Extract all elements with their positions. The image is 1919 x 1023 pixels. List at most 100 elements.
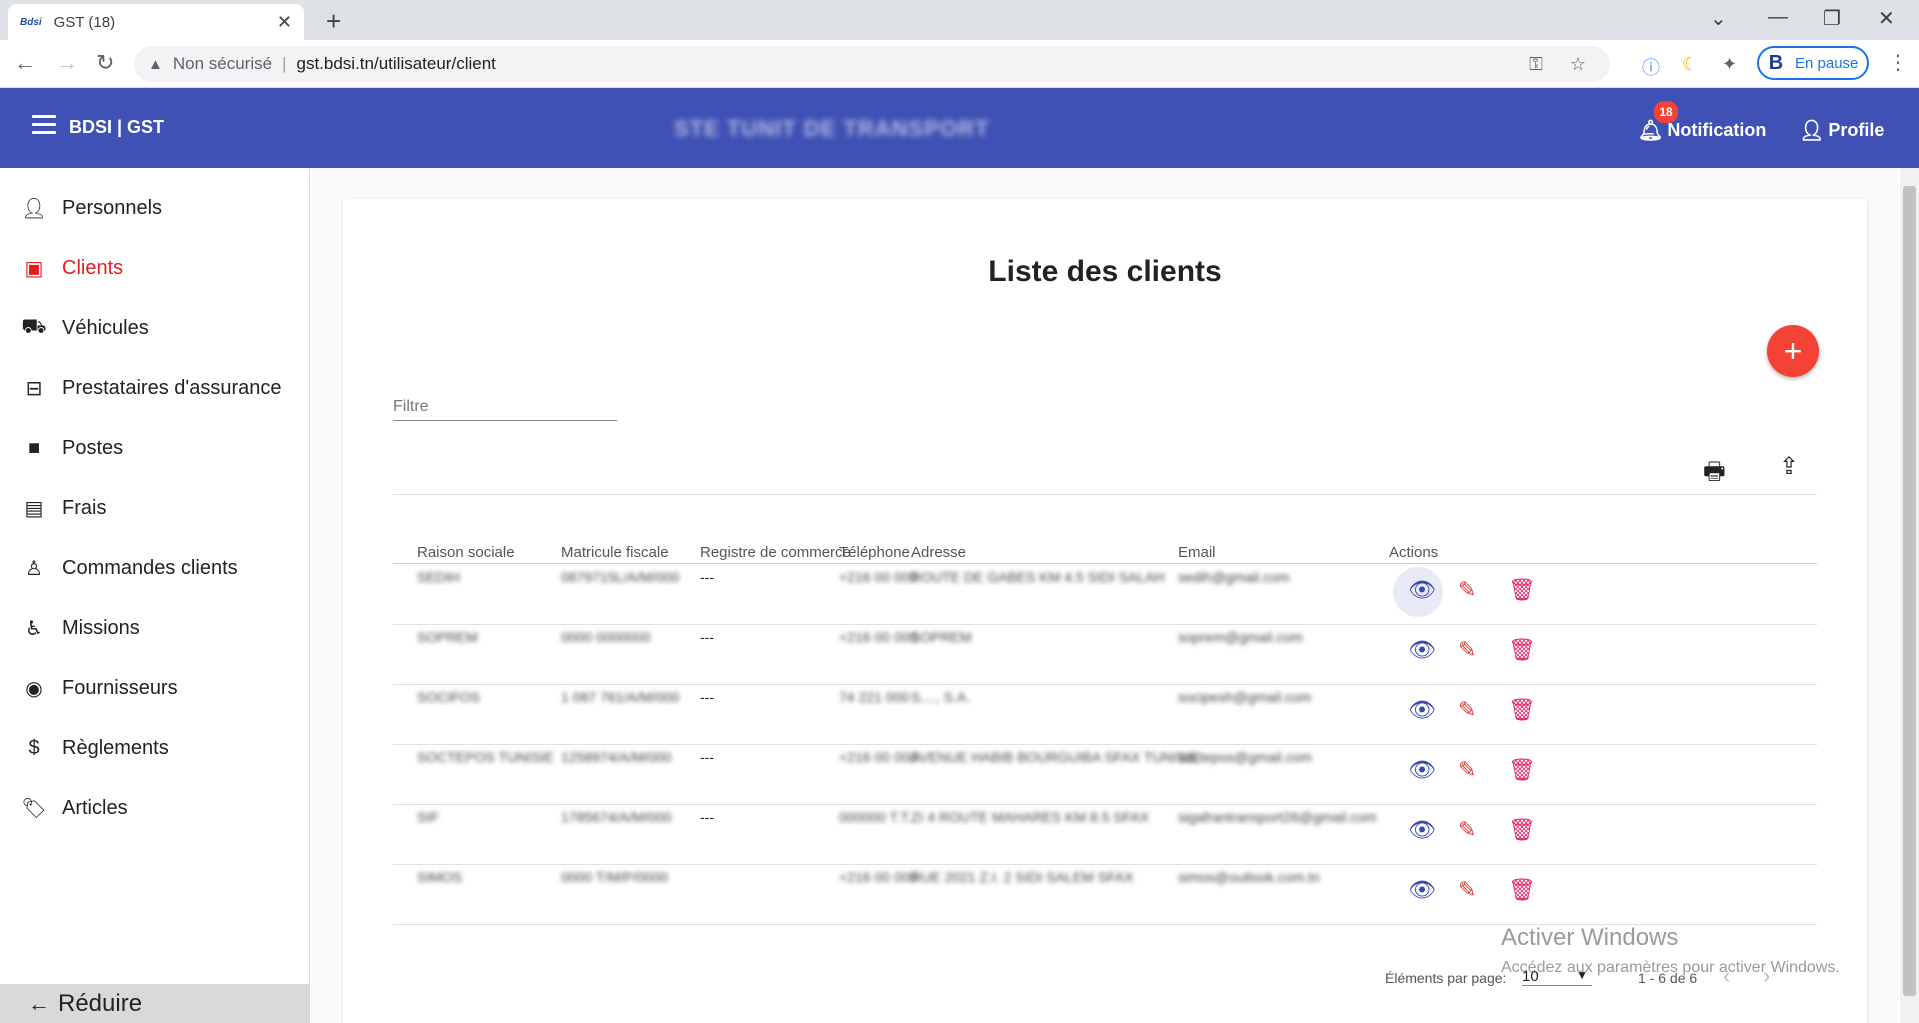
notification-button[interactable]: 🔔︎ 18 Notification [1638, 101, 1767, 143]
tab-search-icon[interactable]: ⌄ [1710, 6, 1727, 31]
view-eye-icon[interactable]: 👁︎ [1408, 877, 1436, 903]
delete-trash-icon[interactable]: 🗑︎ [1508, 637, 1536, 663]
edit-pencil-icon[interactable]: ✎ [1458, 817, 1476, 843]
reload-icon[interactable]: ↻ [96, 50, 114, 76]
cell-adresse: ZI 4 ROUTE MAHARES KM 8.5 SFAX [911, 809, 1150, 825]
delete-trash-icon[interactable]: 🗑︎ [1508, 757, 1536, 783]
cell-email: simos@outlook.com.tn [1178, 869, 1320, 885]
browser-tab[interactable]: Bdsi GST (18) ✕ [8, 4, 304, 40]
address-bar[interactable]: ▲ Non sécurisé | gst.bdsi.tn/utilisateur… [134, 46, 1610, 82]
windows-activation-subtitle: Accédez aux paramètres pour activer Wind… [1501, 959, 1840, 976]
table-row: SIF 1785674/A/M/000 --- 000000 T.T. ZI 4 ROU… [393, 805, 1817, 865]
cell-raison: SOPREM [417, 629, 478, 645]
back-icon[interactable]: ← [14, 50, 36, 76]
bell-icon: 🔔︎ 18 [1638, 101, 1678, 143]
scrollbar[interactable] [1900, 168, 1919, 1023]
print-icon[interactable]: 🖶 [1703, 454, 1726, 495]
cell-registre: --- [700, 689, 714, 705]
maximize-icon[interactable]: ❐ [1823, 6, 1841, 31]
tab-title: GST (18) [53, 13, 116, 31]
cell-raison: SIMOS [417, 869, 463, 885]
view-eye-icon[interactable]: 👁︎ [1408, 577, 1436, 603]
moon-extension-icon[interactable]: ☾ [1682, 54, 1698, 75]
profile-status: En pause [1795, 54, 1859, 72]
notification-label: Notification [1667, 120, 1767, 140]
hamburger-menu-icon[interactable] [32, 115, 56, 139]
delete-trash-icon[interactable]: 🗑︎ [1508, 877, 1536, 903]
person-outline-icon: ♙ [25, 557, 43, 580]
sidebar-item-commandes[interactable]: ♙ Commandes clients [20, 548, 238, 588]
sidebar-item-missions[interactable]: ♿︎ Missions [20, 608, 140, 648]
edit-pencil-icon[interactable]: ✎ [1458, 577, 1476, 603]
divider [393, 494, 1817, 495]
column-header[interactable]: Adresse [911, 544, 966, 561]
sidebar-item-clients[interactable]: ▣ Clients [20, 248, 124, 288]
table-row: SOCIFOS 1 087 761/A/M/000 --- 74 221 000 S..… [393, 685, 1817, 745]
add-client-button[interactable]: + [1767, 325, 1819, 377]
extensions-icon[interactable]: ✦ [1722, 54, 1737, 75]
sidebar-item-articles[interactable]: 🏷︎ Articles [20, 788, 127, 828]
sidebar-item-vehicules[interactable]: ⛟ Véhicules [20, 308, 148, 348]
plus-icon: + [1783, 332, 1803, 369]
cell-adresse: ROUTE DE GABES KM 4.5 SIDI SALAH [911, 569, 1165, 585]
delete-trash-icon[interactable]: 🗑︎ [1508, 577, 1536, 603]
edit-pencil-icon[interactable]: ✎ [1458, 637, 1476, 663]
column-header[interactable]: Téléphone [839, 544, 910, 561]
column-header[interactable]: Registre de commerce [700, 544, 851, 561]
delete-trash-icon[interactable]: 🗑︎ [1508, 697, 1536, 723]
column-header[interactable]: Matricule fiscale [561, 544, 669, 561]
cell-telephone: +216 00 000 [839, 629, 918, 645]
view-eye-icon[interactable]: 👁︎ [1408, 637, 1436, 663]
sidebar-item-prestataires[interactable]: ⊟ Prestataires d'assurance [20, 368, 282, 408]
briefcase-icon: ■ [27, 436, 41, 459]
view-eye-icon[interactable]: 👁︎ [1408, 697, 1436, 723]
sidebar: 👤︎ Personnels ▣ Clients ⛟ Véhicules ⊟ Pr… [0, 168, 310, 1023]
profile-button[interactable]: 👤︎ Profile [1799, 118, 1884, 143]
close-tab-icon[interactable]: ✕ [277, 12, 292, 33]
sidebar-item-frais[interactable]: ▤ Frais [20, 488, 107, 528]
app-brand: BDSI | GST [69, 117, 165, 137]
sidebar-item-reglements[interactable]: $ Règlements [20, 728, 168, 768]
sidebar-item-label: Missions [62, 616, 140, 639]
edit-pencil-icon[interactable]: ✎ [1458, 757, 1476, 783]
filter-input[interactable]: Filtre [393, 395, 617, 421]
scrollbar-thumb[interactable] [1903, 186, 1916, 996]
delete-trash-icon[interactable]: 🗑︎ [1508, 817, 1536, 843]
forward-icon[interactable]: → [56, 50, 78, 76]
cell-registre: --- [700, 569, 714, 585]
sidebar-item-fournisseurs[interactable]: ◉ Fournisseurs [20, 668, 177, 708]
sidebar-item-personnels[interactable]: 👤︎ Personnels [20, 188, 162, 228]
money-icon: ▤ [24, 497, 44, 520]
column-header[interactable]: Email [1178, 544, 1216, 561]
window-close-icon[interactable]: ✕ [1878, 6, 1895, 31]
view-eye-icon[interactable]: 👁︎ [1408, 817, 1436, 843]
sidebar-item-postes[interactable]: ■ Postes [20, 428, 123, 468]
cell-email: soctepos@gmail.com [1178, 749, 1313, 765]
star-icon[interactable]: ☆ [1570, 54, 1586, 74]
key-icon[interactable]: ⚿ [1529, 54, 1543, 74]
edit-pencil-icon[interactable]: ✎ [1458, 877, 1476, 903]
cell-telephone: +216 00 000 [839, 869, 918, 885]
new-tab-icon[interactable]: + [326, 6, 341, 37]
browser-toolbar: ← → ↻ ▲ Non sécurisé | gst.bdsi.tn/utili… [0, 40, 1919, 88]
clients-card: Liste des clients + Filtre 🖶 ⇪ Raison so… [343, 199, 1867, 1023]
account-circle-icon: ◉ [25, 677, 43, 700]
cell-raison: SOCIFOS [417, 689, 481, 705]
cell-adresse: S...., S.A. [911, 689, 971, 705]
minimize-icon[interactable]: — [1768, 6, 1788, 29]
edit-pencil-icon[interactable]: ✎ [1458, 697, 1476, 723]
export-file-icon[interactable]: ⇪ [1779, 452, 1799, 481]
separator: | [282, 54, 287, 73]
table-header: Raison sociale Matricule fiscale Registr… [393, 544, 1817, 564]
cell-telephone: 74 221 000 [839, 689, 910, 705]
profile-pause-button[interactable]: B En pause [1757, 46, 1869, 80]
info-extension-icon[interactable]: ⓘ [1642, 54, 1660, 80]
cell-registre: --- [700, 809, 714, 825]
column-header[interactable]: Raison sociale [417, 544, 515, 561]
reduce-sidebar-button[interactable]: ← Réduire [0, 984, 310, 1023]
briefcase-outline-icon: ⊟ [25, 377, 43, 400]
user-settings-icon: 👤︎ [1799, 120, 1825, 142]
cell-registre: --- [700, 629, 714, 645]
view-eye-icon[interactable]: 👁︎ [1408, 757, 1436, 783]
browser-menu-icon[interactable]: ⋮ [1888, 50, 1908, 75]
